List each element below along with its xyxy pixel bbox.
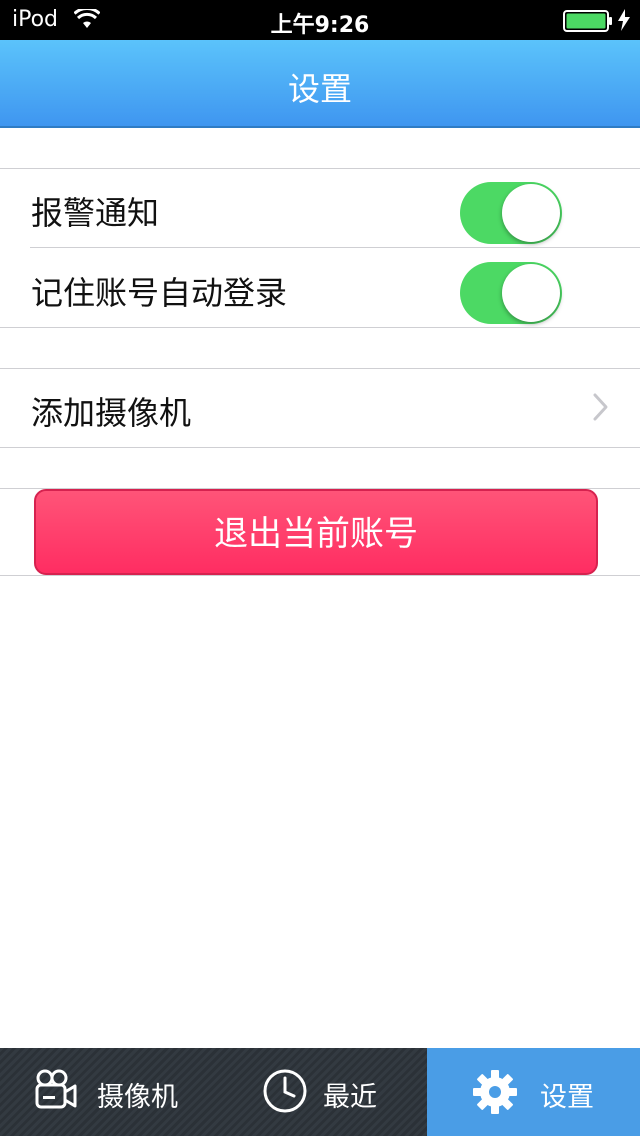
add-camera-label: 添加摄像机: [31, 394, 192, 432]
tab-bar: 摄像机 最近 设置: [0, 1048, 640, 1136]
divider: [0, 575, 640, 576]
page-title: 设置: [287, 70, 352, 108]
alarm-notification-toggle[interactable]: [460, 182, 562, 244]
status-time: 上午9:26: [270, 13, 370, 38]
remember-login-label: 记住账号自动登录: [31, 274, 288, 312]
tab-camera[interactable]: 摄像机: [0, 1048, 214, 1136]
alarm-notification-label: 报警通知: [31, 194, 160, 232]
status-bar: iPod 上午9:26: [0, 0, 640, 40]
remember-login-toggle[interactable]: [460, 262, 562, 324]
add-camera-row[interactable]: 添加摄像机: [0, 369, 640, 447]
tab-settings[interactable]: 设置: [427, 1048, 640, 1136]
charging-icon: [617, 9, 631, 37]
divider: [0, 327, 640, 328]
nav-bar: 设置: [0, 40, 640, 128]
toggle-knob: [502, 264, 560, 322]
tab-camera-label: 摄像机: [97, 1082, 178, 1113]
battery-icon: [563, 10, 613, 38]
tab-settings-label: 设置: [540, 1082, 594, 1113]
divider: [0, 447, 640, 448]
toggle-knob: [502, 184, 560, 242]
tab-recent[interactable]: 最近: [214, 1048, 427, 1136]
gear-icon: [471, 1068, 519, 1120]
logout-button[interactable]: 退出当前账号: [34, 489, 598, 575]
clock-icon: [262, 1068, 308, 1118]
camera-icon: [34, 1068, 78, 1116]
divider: [0, 168, 640, 169]
divider: [30, 247, 640, 248]
chevron-right-icon: [592, 392, 610, 426]
tab-recent-label: 最近: [323, 1082, 377, 1113]
